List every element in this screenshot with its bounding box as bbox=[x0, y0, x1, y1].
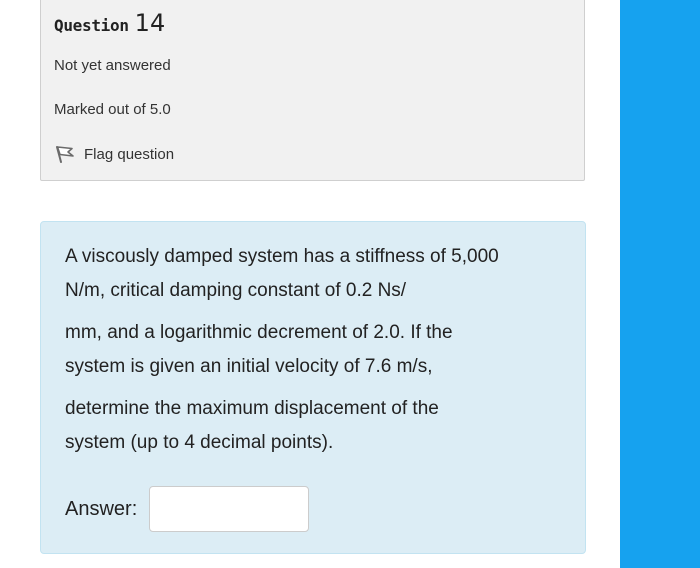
quiz-page: Question 14 Not yet answered Marked out o… bbox=[0, 0, 620, 568]
question-text-paragraph-2: mm, and a logarithmic decrement of 2.0. … bbox=[65, 316, 453, 384]
question-text-line: determine the maximum displacement of th… bbox=[65, 398, 439, 419]
question-state: Not yet answered bbox=[54, 57, 171, 74]
question-formulation: A viscously damped system has a stiffnes… bbox=[40, 221, 586, 554]
question-label: Question bbox=[54, 16, 129, 35]
flag-icon bbox=[54, 145, 76, 163]
question-text-paragraph-1: A viscously damped system has a stiffnes… bbox=[65, 240, 499, 308]
question-number: Question 14 bbox=[54, 9, 165, 37]
question-text-line: mm, and a logarithmic decrement of 2.0. … bbox=[65, 322, 453, 343]
question-grade: Marked out of 5.0 bbox=[54, 101, 171, 118]
question-info-panel: Question 14 Not yet answered Marked out o… bbox=[40, 0, 585, 181]
flag-question-label: Flag question bbox=[84, 145, 175, 163]
question-text-line: system is given an initial velocity of 7… bbox=[65, 356, 433, 377]
question-text-line: N/m, critical damping constant of 0.2 Ns… bbox=[65, 280, 407, 301]
question-text-line: system (up to 4 decimal points). bbox=[65, 432, 334, 453]
answer-input[interactable] bbox=[149, 486, 309, 532]
right-background-strip bbox=[620, 0, 700, 568]
answer-label: Answer: bbox=[65, 498, 138, 520]
flag-question-button[interactable]: Flag question bbox=[54, 145, 174, 163]
question-text-line: A viscously damped system has a stiffnes… bbox=[65, 246, 499, 267]
question-text-paragraph-3: determine the maximum displacement of th… bbox=[65, 392, 439, 460]
question-number-value: 14 bbox=[134, 9, 166, 37]
